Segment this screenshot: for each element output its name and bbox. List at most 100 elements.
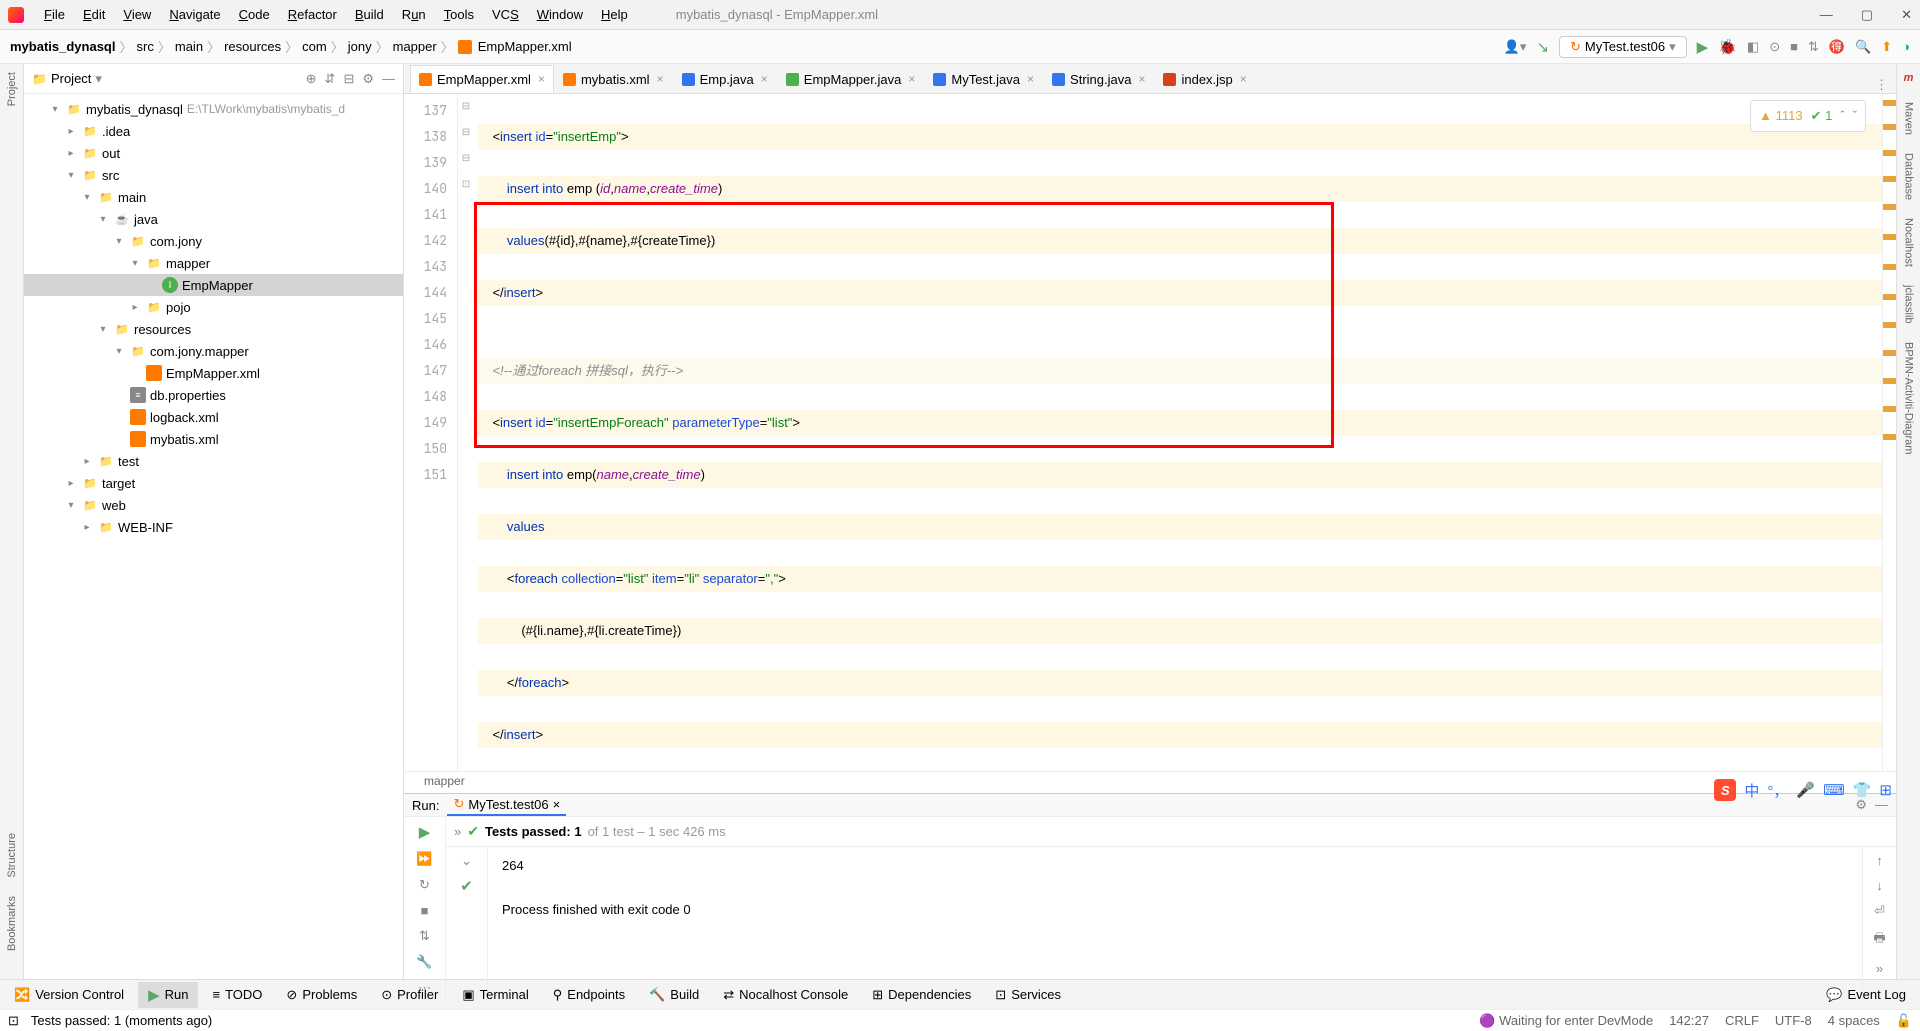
menu-edit[interactable]: Edit bbox=[75, 3, 113, 26]
tab-profiler[interactable]: ⊙Profiler bbox=[371, 983, 448, 1007]
layout-icon[interactable]: ⇅ bbox=[419, 928, 430, 944]
tree-node[interactable]: ▾📁com.jony bbox=[24, 230, 403, 252]
menu-file[interactable]: File bbox=[36, 3, 73, 26]
show-passed-icon[interactable]: ⌄ bbox=[461, 853, 472, 869]
project-tool-button[interactable]: Project bbox=[6, 72, 18, 106]
scroll-up-icon[interactable]: ↑ bbox=[1876, 853, 1883, 868]
minimize-button[interactable]: — bbox=[1820, 7, 1833, 23]
close-button[interactable]: ✕ bbox=[1901, 7, 1912, 23]
tree-node[interactable]: EmpMapper.xml bbox=[24, 362, 403, 384]
tree-node[interactable]: ▾📁main bbox=[24, 186, 403, 208]
translate-icon[interactable]: 🉐 bbox=[1829, 39, 1845, 55]
line-separator[interactable]: CRLF bbox=[1725, 1013, 1759, 1028]
codewithme-icon[interactable]: ◑ bbox=[1902, 39, 1910, 54]
maven-tool-button[interactable]: Maven bbox=[1903, 102, 1915, 135]
tab-services[interactable]: ⊡Services bbox=[985, 983, 1071, 1007]
structure-tool-button[interactable]: Structure bbox=[6, 833, 18, 878]
stop-button[interactable]: ■ bbox=[1790, 39, 1798, 54]
menu-code[interactable]: Code bbox=[231, 3, 278, 26]
run-tab[interactable]: ↻MyTest.test06× bbox=[447, 794, 566, 816]
hide-panel-icon[interactable]: — bbox=[382, 71, 395, 87]
bpmn-tool-button[interactable]: BPMN-Activiti-Diagram bbox=[1903, 342, 1915, 454]
tree-node[interactable]: ▸📁.idea bbox=[24, 120, 403, 142]
database-tool-button[interactable]: Database bbox=[1903, 153, 1915, 200]
pin-icon[interactable]: 🔧 bbox=[416, 954, 432, 970]
stop-run-icon[interactable]: ■ bbox=[421, 903, 429, 918]
tree-node[interactable]: ≡db.properties bbox=[24, 384, 403, 406]
ime-lang-icon[interactable]: 中 bbox=[1744, 780, 1759, 801]
breadcrumb[interactable]: mybatis_dynasql〉 src〉 main〉 resources〉 c… bbox=[10, 37, 572, 56]
user-icon[interactable]: 👤▾ bbox=[1504, 39, 1527, 55]
print-icon[interactable]: 🖶 bbox=[1873, 929, 1885, 951]
tab-todo[interactable]: ≡TODO bbox=[202, 983, 272, 1006]
search-icon[interactable]: 🔍 bbox=[1855, 39, 1871, 55]
editor-tab[interactable]: EmpMapper.java× bbox=[777, 65, 925, 93]
maximize-button[interactable]: ▢ bbox=[1861, 7, 1873, 23]
tree-node[interactable]: ▾☕java bbox=[24, 208, 403, 230]
file-encoding[interactable]: UTF-8 bbox=[1775, 1013, 1812, 1028]
editor-tab[interactable]: MyTest.java× bbox=[924, 65, 1043, 93]
expand-tests-icon[interactable]: » bbox=[454, 824, 461, 839]
tab-overflow-icon[interactable]: ⋮ bbox=[1875, 77, 1888, 93]
profile-button[interactable]: ⊙ bbox=[1769, 39, 1780, 55]
jclasslib-tool-button[interactable]: jclasslib bbox=[1903, 285, 1915, 324]
maven-icon[interactable]: m bbox=[1904, 72, 1914, 84]
run-button[interactable]: ▶ bbox=[1697, 38, 1709, 56]
tree-node[interactable]: ▸📁out bbox=[24, 142, 403, 164]
nocalhost-tool-button[interactable]: Nocalhost bbox=[1903, 218, 1915, 267]
menu-tools[interactable]: Tools bbox=[436, 3, 482, 26]
menu-window[interactable]: Window bbox=[529, 3, 591, 26]
editor-tab[interactable]: index.jsp× bbox=[1154, 65, 1255, 93]
tab-terminal[interactable]: ▣Terminal bbox=[452, 983, 538, 1007]
tree-node[interactable]: ▾📁com.jony.mapper bbox=[24, 340, 403, 362]
tab-dependencies[interactable]: ⊞Dependencies bbox=[862, 983, 981, 1007]
console-output[interactable]: 264 Process finished with exit code 0 bbox=[488, 847, 1862, 1002]
readonly-lock-icon[interactable]: 🔓 bbox=[1896, 1013, 1912, 1029]
ime-skin-icon[interactable]: 👕 bbox=[1853, 781, 1872, 799]
tab-run[interactable]: ▶Run bbox=[138, 982, 198, 1008]
tree-node[interactable]: mybatis.xml bbox=[24, 428, 403, 450]
bookmarks-tool-button[interactable]: Bookmarks bbox=[6, 896, 18, 951]
collapse-all-icon[interactable]: ⊟ bbox=[343, 71, 354, 87]
clear-icon[interactable]: » bbox=[1876, 961, 1883, 976]
fold-gutter[interactable]: ⊟ ⊟ ⊟ ⊡ bbox=[458, 94, 474, 771]
rerun-icon[interactable]: ▶ bbox=[419, 823, 431, 841]
tab-endpoints[interactable]: ⚲Endpoints bbox=[543, 983, 635, 1007]
tree-node[interactable]: ▾📁web bbox=[24, 494, 403, 516]
error-stripe[interactable] bbox=[1882, 94, 1896, 771]
vcs-update-icon[interactable]: ⇅ bbox=[1808, 39, 1819, 55]
build-hammer-icon[interactable]: ↘ bbox=[1536, 38, 1549, 56]
toggle-tests-icon[interactable]: ⏩ bbox=[416, 851, 432, 867]
editor-tab[interactable]: EmpMapper.xml× bbox=[410, 65, 554, 93]
menu-run[interactable]: Run bbox=[394, 3, 434, 26]
ime-toolbox-icon[interactable]: ⊞ bbox=[1879, 781, 1892, 799]
run-config-selector[interactable]: ↻MyTest.test06▾ bbox=[1559, 36, 1687, 58]
editor-tab[interactable]: mybatis.xml× bbox=[554, 65, 673, 93]
scroll-down-icon[interactable]: ↓ bbox=[1876, 878, 1883, 893]
indent-setting[interactable]: 4 spaces bbox=[1828, 1013, 1880, 1028]
tree-node[interactable]: IEmpMapper bbox=[24, 274, 403, 296]
tab-build[interactable]: 🔨Build bbox=[639, 983, 709, 1007]
sogou-ime-icon[interactable]: S bbox=[1714, 779, 1736, 801]
ime-keyboard-icon[interactable]: ⌨ bbox=[1823, 781, 1845, 799]
debug-button[interactable]: 🐞 bbox=[1718, 38, 1737, 56]
project-tree[interactable]: ▾📁mybatis_dynasqlE:\TLWork\mybatis\mybat… bbox=[24, 94, 403, 979]
tree-node[interactable]: ▾📁mapper bbox=[24, 252, 403, 274]
project-panel-title[interactable]: Project bbox=[32, 71, 91, 86]
settings-icon[interactable]: ⚙ bbox=[362, 71, 374, 87]
menu-navigate[interactable]: Navigate bbox=[161, 3, 228, 26]
code-editor[interactable]: 137 138 139 140 141 142 143 144 145 146 … bbox=[404, 94, 1896, 771]
tab-nocalhost[interactable]: ⇄Nocalhost Console bbox=[713, 983, 858, 1007]
menu-refactor[interactable]: Refactor bbox=[280, 3, 345, 26]
rerun-failed-icon[interactable]: ↻ bbox=[419, 877, 430, 893]
code-content[interactable]: <insert id="insertEmp"> insert into emp … bbox=[474, 94, 1882, 771]
editor-breadcrumb[interactable]: mapper bbox=[404, 771, 1896, 793]
tree-node[interactable]: logback.xml bbox=[24, 406, 403, 428]
tab-event-log[interactable]: 💬Event Log bbox=[1816, 983, 1916, 1007]
editor-tab[interactable]: String.java× bbox=[1043, 65, 1154, 93]
menu-build[interactable]: Build bbox=[347, 3, 392, 26]
tree-node[interactable]: ▾📁mybatis_dynasqlE:\TLWork\mybatis\mybat… bbox=[24, 98, 403, 120]
select-opened-icon[interactable]: ⊕ bbox=[306, 71, 317, 87]
tab-problems[interactable]: ⊘Problems bbox=[276, 983, 367, 1007]
editor-tab[interactable]: Emp.java× bbox=[673, 65, 777, 93]
